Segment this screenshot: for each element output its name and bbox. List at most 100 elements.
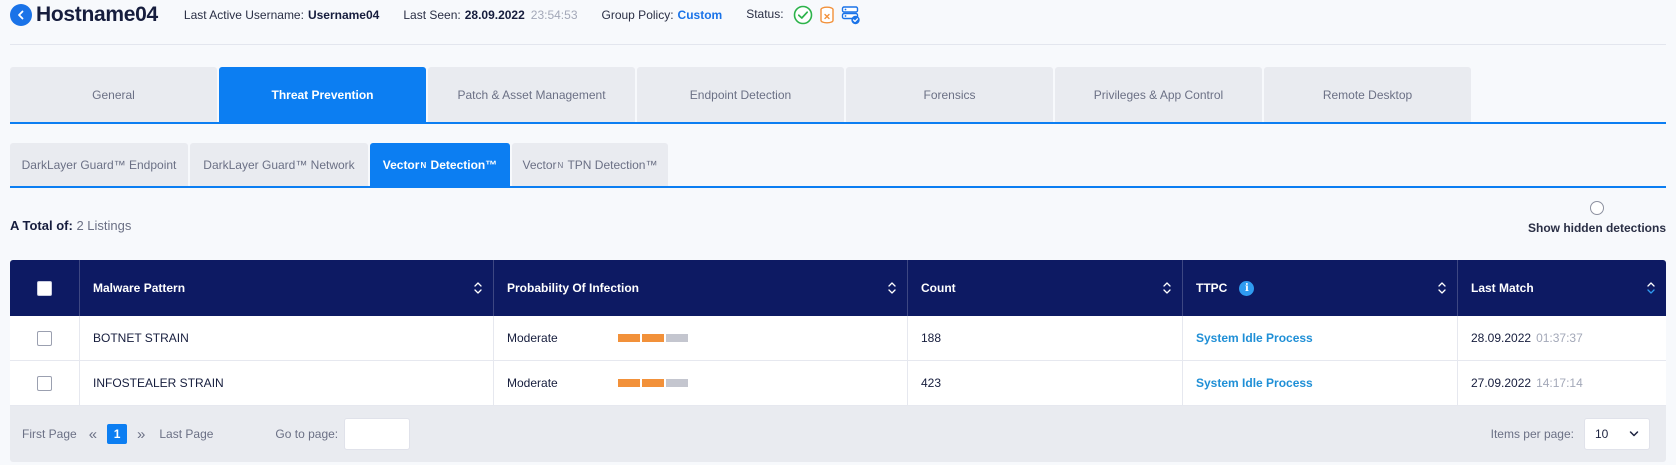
first-page-link[interactable]: First Page [22, 427, 77, 441]
sort-icon[interactable] [1437, 280, 1447, 296]
items-per-page-label: Items per page: [1490, 427, 1574, 441]
items-per-page-select[interactable]: 10 [1584, 418, 1650, 450]
page-number-current[interactable]: 1 [107, 424, 128, 444]
column-count[interactable]: Count [908, 260, 1183, 316]
group-policy-link[interactable]: Custom [678, 8, 723, 22]
subtab-vector-tpn-sup: N [557, 160, 564, 170]
ttpc-cell: System Idle Process [1183, 316, 1458, 360]
table-row[interactable]: BOTNET STRAIN Moderate 188 System Idle P… [10, 316, 1666, 361]
header-checkbox-cell [10, 260, 80, 316]
group-policy: Group Policy: Custom [602, 8, 723, 22]
subtab-vector-tpn-prefix: Vector [522, 158, 557, 172]
sort-desc-icon[interactable] [1646, 280, 1656, 296]
last-page-link[interactable]: Last Page [159, 427, 213, 441]
subtab-darklayer-network[interactable]: DarkLayer Guard™ Network [190, 143, 368, 187]
status: Status: [746, 5, 861, 25]
row-checkbox-cell [10, 316, 80, 360]
probability-label: Moderate [507, 331, 558, 345]
pagination-bar: First Page « 1 » Last Page Go to page: I… [10, 406, 1666, 462]
ttpc-link[interactable]: System Idle Process [1196, 376, 1313, 390]
last-match-cell: 27.09.2022 14:17:14 [1458, 361, 1666, 405]
subtab-vector-tpn-detection[interactable]: Vector N TPN Detection™ [512, 143, 668, 187]
total-value: 2 Listings [76, 218, 132, 233]
count-cell: 188 [908, 316, 1183, 360]
probability-segment [665, 334, 688, 342]
probability-segment [641, 334, 664, 342]
row-checkbox[interactable] [37, 375, 52, 391]
main-tabs-underline [10, 122, 1666, 124]
tab-forensics[interactable]: Forensics [846, 67, 1053, 123]
subtab-vector-detection[interactable]: Vector N Detection™ [370, 143, 510, 187]
tab-patch-asset-management[interactable]: Patch & Asset Management [428, 67, 635, 123]
server-check-icon[interactable] [841, 5, 861, 25]
column-header-label: Malware Pattern [93, 281, 186, 295]
sub-tabs: DarkLayer Guard™ Endpoint DarkLayer Guar… [10, 143, 668, 187]
table-row[interactable]: INFOSTEALER STRAIN Moderate 423 System I… [10, 361, 1666, 406]
column-header-label: Last Match [1471, 281, 1534, 295]
tab-privileges-app-control[interactable]: Privileges & App Control [1055, 67, 1262, 123]
tab-remote-desktop[interactable]: Remote Desktop [1264, 67, 1471, 123]
row-checkbox-cell [10, 361, 80, 405]
sort-icon[interactable] [1162, 280, 1172, 296]
sort-icon[interactable] [473, 280, 483, 296]
detections-table: Malware Pattern Probability Of Infection… [10, 260, 1666, 462]
database-warning-icon[interactable] [817, 5, 837, 25]
go-to-page-input[interactable] [344, 418, 411, 450]
header-divider [10, 44, 1666, 45]
show-hidden-radio[interactable] [1589, 201, 1604, 215]
subtab-vector-tpn-suffix: TPN Detection™ [564, 158, 658, 172]
malware-pattern-cell: BOTNET STRAIN [80, 316, 494, 360]
sort-icon[interactable] [887, 280, 897, 296]
double-chevron-right-icon[interactable]: » [137, 426, 145, 443]
subtab-darklayer-endpoint[interactable]: DarkLayer Guard™ Endpoint [10, 143, 188, 187]
subtab-vector-detection-sup: N [420, 160, 427, 170]
back-button[interactable] [10, 4, 32, 26]
last-match-date: 28.09.2022 [1471, 331, 1532, 345]
count-cell: 423 [908, 361, 1183, 405]
select-all-checkbox[interactable] [37, 280, 52, 296]
table-header: Malware Pattern Probability Of Infection… [10, 260, 1666, 316]
column-probability[interactable]: Probability Of Infection [494, 260, 908, 316]
probability-segment [665, 379, 688, 387]
sub-tabs-underline [10, 186, 1666, 188]
chevron-down-icon [1629, 431, 1639, 437]
hostname-title: Hostname04 [36, 3, 158, 26]
probability-segment [641, 379, 664, 387]
column-last-match[interactable]: Last Match [1458, 260, 1666, 316]
last-seen-date: 28.09.2022 [464, 8, 525, 22]
ttpc-cell: System Idle Process [1183, 361, 1458, 405]
last-active-username: Last Active Username: Username04 [184, 8, 379, 22]
device-header: Hostname04 Last Active Username: Username… [10, 0, 1666, 30]
items-per-page-value: 10 [1595, 427, 1609, 441]
last-seen: Last Seen: 28.09.2022 23:54:53 [403, 8, 577, 22]
tab-endpoint-detection[interactable]: Endpoint Detection [637, 67, 844, 123]
last-match-cell: 28.09.2022 01:37:37 [1458, 316, 1666, 360]
last-match-time: 14:17:14 [1536, 376, 1583, 390]
total-listings: A Total of: 2 Listings [10, 218, 131, 233]
info-icon[interactable]: i [1239, 280, 1255, 296]
malware-pattern-cell: INFOSTEALER STRAIN [80, 361, 494, 405]
ttpc-link[interactable]: System Idle Process [1196, 331, 1313, 345]
column-header-label: Count [921, 281, 956, 295]
show-hidden-detections: Show hidden detections [1528, 201, 1666, 235]
probability-cell: Moderate [494, 361, 908, 405]
column-header-label: TTPC [1196, 281, 1228, 295]
row-checkbox[interactable] [37, 330, 52, 346]
items-per-page: Items per page: 10 [1491, 406, 1650, 462]
show-hidden-label: Show hidden detections [1527, 221, 1666, 235]
total-label: A Total of: [10, 218, 73, 233]
column-malware-pattern[interactable]: Malware Pattern [80, 260, 494, 316]
tab-threat-prevention[interactable]: Threat Prevention [219, 67, 426, 123]
probability-segment [617, 379, 640, 387]
double-chevron-left-icon[interactable]: « [89, 426, 97, 443]
tab-general[interactable]: General [10, 67, 217, 123]
probability-meter [617, 379, 688, 387]
check-circle-icon[interactable] [793, 5, 813, 25]
probability-meter [617, 334, 688, 342]
last-match-time: 01:37:37 [1536, 331, 1583, 345]
last-seen-label: Last Seen: [403, 8, 461, 22]
last-active-label: Last Active Username: [183, 8, 304, 22]
status-label: Status: [746, 7, 784, 22]
column-ttpc[interactable]: TTPC i [1183, 260, 1458, 316]
last-active-value: Username04 [307, 8, 380, 22]
